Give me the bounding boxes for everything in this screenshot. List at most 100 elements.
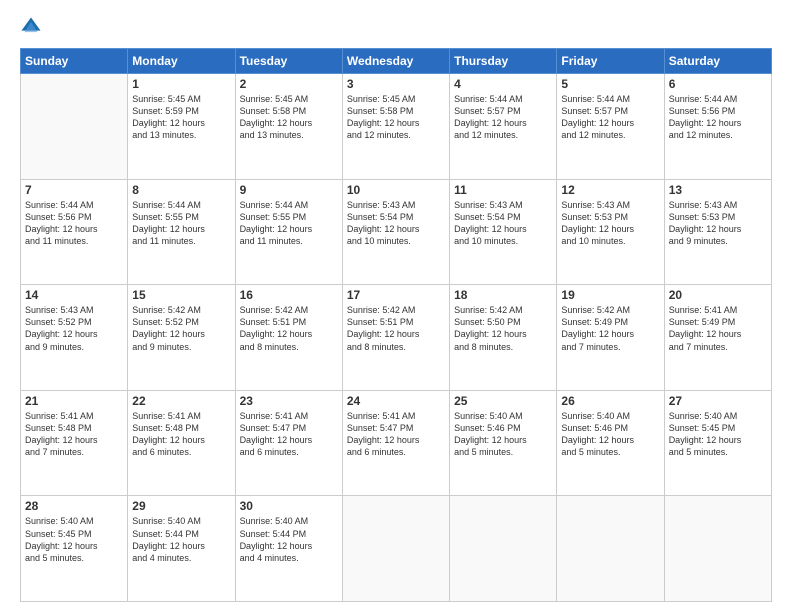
- day-info: Sunrise: 5:40 AMSunset: 5:46 PMDaylight:…: [561, 410, 659, 459]
- day-number: 1: [132, 77, 230, 91]
- day-info: Sunrise: 5:42 AMSunset: 5:51 PMDaylight:…: [347, 304, 445, 353]
- day-info: Sunrise: 5:42 AMSunset: 5:51 PMDaylight:…: [240, 304, 338, 353]
- day-info: Sunrise: 5:40 AMSunset: 5:45 PMDaylight:…: [25, 515, 123, 564]
- calendar-cell: 12 Sunrise: 5:43 AMSunset: 5:53 PMDayligh…: [557, 179, 664, 285]
- day-number: 16: [240, 288, 338, 302]
- day-info: Sunrise: 5:45 AMSunset: 5:59 PMDaylight:…: [132, 93, 230, 142]
- calendar-cell: 9Sunrise: 5:44 AMSunset: 5:55 PMDaylight…: [235, 179, 342, 285]
- day-number: 11: [454, 183, 552, 197]
- calendar-cell: 19 Sunrise: 5:42 AMSunset: 5:49 PMDayligh…: [557, 285, 664, 391]
- calendar-cell: 10 Sunrise: 5:43 AMSunset: 5:54 PMDayligh…: [342, 179, 449, 285]
- day-number: 22: [132, 394, 230, 408]
- calendar-cell: [21, 74, 128, 180]
- day-info: Sunrise: 5:43 AMSunset: 5:54 PMDaylight:…: [454, 199, 552, 248]
- day-info: Sunrise: 5:44 AMSunset: 5:57 PMDaylight:…: [454, 93, 552, 142]
- calendar-cell: 7Sunrise: 5:44 AMSunset: 5:56 PMDaylight…: [21, 179, 128, 285]
- week-row-5: 28Sunrise: 5:40 AMSunset: 5:45 PMDayligh…: [21, 496, 772, 602]
- day-number: 5: [561, 77, 659, 91]
- day-info: Sunrise: 5:44 AMSunset: 5:56 PMDaylight:…: [669, 93, 767, 142]
- calendar-cell: 30 Sunrise: 5:40 AMSunset: 5:44 PMDayligh…: [235, 496, 342, 602]
- day-number: 15: [132, 288, 230, 302]
- week-row-4: 21 Sunrise: 5:41 AMSunset: 5:48 PMDayligh…: [21, 390, 772, 496]
- calendar-cell: 2 Sunrise: 5:45 AMSunset: 5:58 PMDaylight…: [235, 74, 342, 180]
- logo-icon: [20, 16, 42, 38]
- day-number: 19: [561, 288, 659, 302]
- day-info: Sunrise: 5:45 AMSunset: 5:58 PMDaylight:…: [240, 93, 338, 142]
- calendar-cell: 13Sunrise: 5:43 AMSunset: 5:53 PMDayligh…: [664, 179, 771, 285]
- day-info: Sunrise: 5:42 AMSunset: 5:49 PMDaylight:…: [561, 304, 659, 353]
- calendar-cell: 5 Sunrise: 5:44 AMSunset: 5:57 PMDaylight…: [557, 74, 664, 180]
- calendar-cell: 18 Sunrise: 5:42 AMSunset: 5:50 PMDayligh…: [450, 285, 557, 391]
- calendar-cell: 22 Sunrise: 5:41 AMSunset: 5:48 PMDayligh…: [128, 390, 235, 496]
- day-info: Sunrise: 5:44 AMSunset: 5:55 PMDaylight:…: [132, 199, 230, 248]
- day-number: 29: [132, 499, 230, 513]
- calendar-cell: [664, 496, 771, 602]
- calendar-cell: 23 Sunrise: 5:41 AMSunset: 5:47 PMDayligh…: [235, 390, 342, 496]
- weekday-header-sunday: Sunday: [21, 49, 128, 74]
- week-row-1: 1 Sunrise: 5:45 AMSunset: 5:59 PMDaylight…: [21, 74, 772, 180]
- day-number: 17: [347, 288, 445, 302]
- weekday-header-thursday: Thursday: [450, 49, 557, 74]
- weekday-header-wednesday: Wednesday: [342, 49, 449, 74]
- day-number: 12: [561, 183, 659, 197]
- page: SundayMondayTuesdayWednesdayThursdayFrid…: [0, 0, 792, 612]
- day-number: 13: [669, 183, 767, 197]
- day-info: Sunrise: 5:40 AMSunset: 5:46 PMDaylight:…: [454, 410, 552, 459]
- weekday-header-monday: Monday: [128, 49, 235, 74]
- calendar-cell: [557, 496, 664, 602]
- day-number: 27: [669, 394, 767, 408]
- calendar-cell: 4 Sunrise: 5:44 AMSunset: 5:57 PMDaylight…: [450, 74, 557, 180]
- calendar-cell: [342, 496, 449, 602]
- weekday-header-friday: Friday: [557, 49, 664, 74]
- day-info: Sunrise: 5:40 AMSunset: 5:44 PMDaylight:…: [132, 515, 230, 564]
- day-number: 4: [454, 77, 552, 91]
- calendar-cell: 24 Sunrise: 5:41 AMSunset: 5:47 PMDayligh…: [342, 390, 449, 496]
- day-info: Sunrise: 5:43 AMSunset: 5:52 PMDaylight:…: [25, 304, 123, 353]
- day-number: 26: [561, 394, 659, 408]
- week-row-2: 7Sunrise: 5:44 AMSunset: 5:56 PMDaylight…: [21, 179, 772, 285]
- week-row-3: 14Sunrise: 5:43 AMSunset: 5:52 PMDayligh…: [21, 285, 772, 391]
- day-number: 2: [240, 77, 338, 91]
- weekday-header-row: SundayMondayTuesdayWednesdayThursdayFrid…: [21, 49, 772, 74]
- day-number: 10: [347, 183, 445, 197]
- day-info: Sunrise: 5:40 AMSunset: 5:44 PMDaylight:…: [240, 515, 338, 564]
- day-number: 30: [240, 499, 338, 513]
- day-number: 24: [347, 394, 445, 408]
- day-info: Sunrise: 5:41 AMSunset: 5:47 PMDaylight:…: [240, 410, 338, 459]
- calendar-cell: 1 Sunrise: 5:45 AMSunset: 5:59 PMDaylight…: [128, 74, 235, 180]
- day-info: Sunrise: 5:42 AMSunset: 5:52 PMDaylight:…: [132, 304, 230, 353]
- calendar-cell: 11 Sunrise: 5:43 AMSunset: 5:54 PMDayligh…: [450, 179, 557, 285]
- calendar-cell: 3Sunrise: 5:45 AMSunset: 5:58 PMDaylight…: [342, 74, 449, 180]
- day-info: Sunrise: 5:41 AMSunset: 5:48 PMDaylight:…: [25, 410, 123, 459]
- day-number: 7: [25, 183, 123, 197]
- day-info: Sunrise: 5:43 AMSunset: 5:54 PMDaylight:…: [347, 199, 445, 248]
- day-info: Sunrise: 5:44 AMSunset: 5:57 PMDaylight:…: [561, 93, 659, 142]
- day-number: 8: [132, 183, 230, 197]
- day-info: Sunrise: 5:41 AMSunset: 5:49 PMDaylight:…: [669, 304, 767, 353]
- calendar-cell: 27 Sunrise: 5:40 AMSunset: 5:45 PMDayligh…: [664, 390, 771, 496]
- calendar-table: SundayMondayTuesdayWednesdayThursdayFrid…: [20, 48, 772, 602]
- day-info: Sunrise: 5:41 AMSunset: 5:48 PMDaylight:…: [132, 410, 230, 459]
- calendar-cell: 15 Sunrise: 5:42 AMSunset: 5:52 PMDayligh…: [128, 285, 235, 391]
- day-number: 23: [240, 394, 338, 408]
- day-number: 20: [669, 288, 767, 302]
- calendar-cell: 29 Sunrise: 5:40 AMSunset: 5:44 PMDayligh…: [128, 496, 235, 602]
- day-info: Sunrise: 5:43 AMSunset: 5:53 PMDaylight:…: [561, 199, 659, 248]
- day-info: Sunrise: 5:41 AMSunset: 5:47 PMDaylight:…: [347, 410, 445, 459]
- day-info: Sunrise: 5:42 AMSunset: 5:50 PMDaylight:…: [454, 304, 552, 353]
- day-number: 18: [454, 288, 552, 302]
- calendar-cell: 28Sunrise: 5:40 AMSunset: 5:45 PMDayligh…: [21, 496, 128, 602]
- weekday-header-tuesday: Tuesday: [235, 49, 342, 74]
- day-number: 21: [25, 394, 123, 408]
- calendar-cell: 17 Sunrise: 5:42 AMSunset: 5:51 PMDayligh…: [342, 285, 449, 391]
- calendar-cell: 20 Sunrise: 5:41 AMSunset: 5:49 PMDayligh…: [664, 285, 771, 391]
- weekday-header-saturday: Saturday: [664, 49, 771, 74]
- calendar-cell: 21 Sunrise: 5:41 AMSunset: 5:48 PMDayligh…: [21, 390, 128, 496]
- day-info: Sunrise: 5:44 AMSunset: 5:55 PMDaylight:…: [240, 199, 338, 248]
- day-number: 6: [669, 77, 767, 91]
- day-info: Sunrise: 5:40 AMSunset: 5:45 PMDaylight:…: [669, 410, 767, 459]
- calendar-cell: 6 Sunrise: 5:44 AMSunset: 5:56 PMDaylight…: [664, 74, 771, 180]
- calendar-cell: 25 Sunrise: 5:40 AMSunset: 5:46 PMDayligh…: [450, 390, 557, 496]
- day-number: 25: [454, 394, 552, 408]
- calendar-cell: 16 Sunrise: 5:42 AMSunset: 5:51 PMDayligh…: [235, 285, 342, 391]
